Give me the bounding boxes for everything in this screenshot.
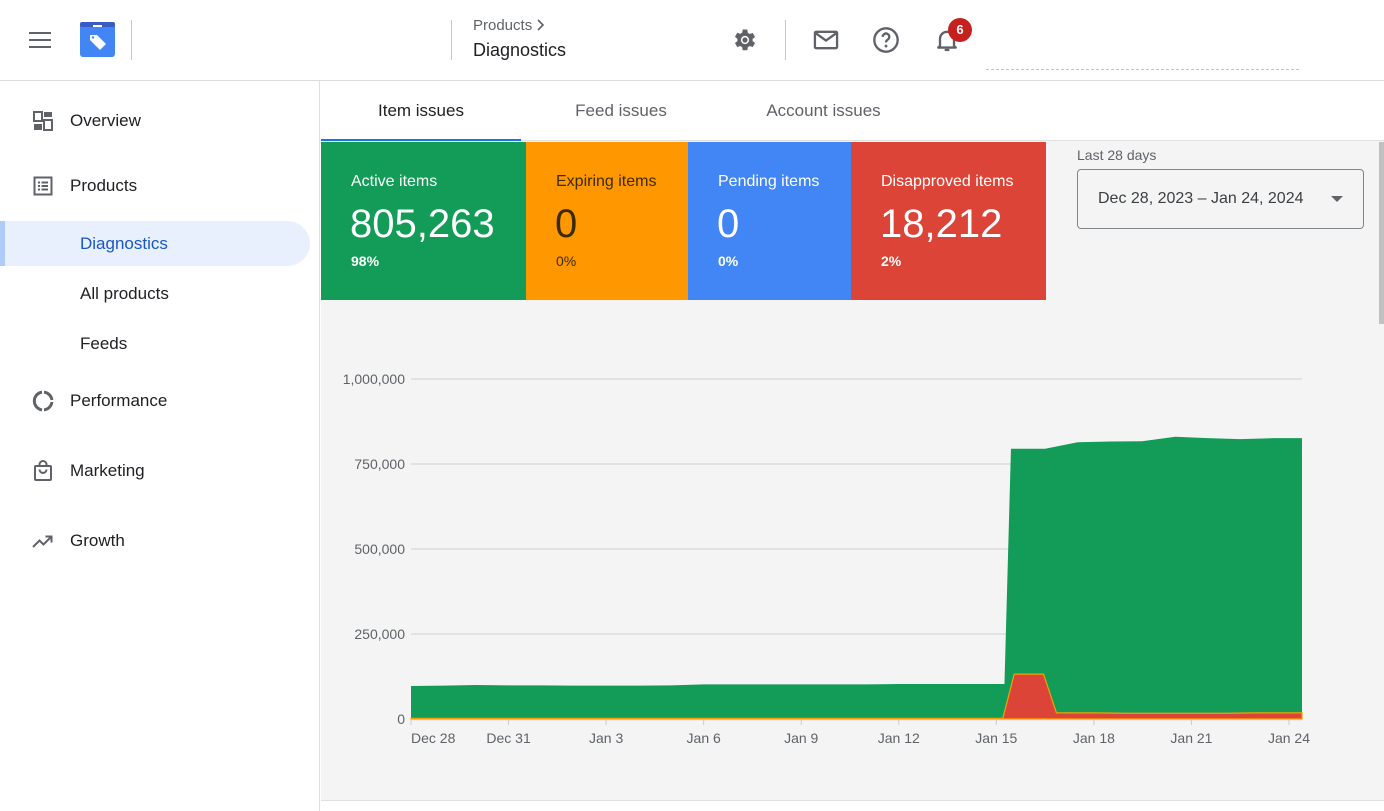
top-app-bar: Products Diagnostics 6: [0, 0, 1384, 81]
expiring-items-card[interactable]: Expiring items 0 0%: [526, 142, 688, 300]
card-percent: 0%: [556, 253, 577, 269]
scrollbar[interactable]: [1379, 142, 1384, 324]
sidebar-item-overview[interactable]: Overview: [0, 99, 310, 143]
card-value: 0: [555, 202, 578, 246]
x-tick-label: Jan 24: [1268, 730, 1310, 746]
tab-feed-issues[interactable]: Feed issues: [521, 81, 721, 141]
sidebar-item-label: Marketing: [70, 461, 145, 480]
merchant-center-tag-icon[interactable]: [80, 22, 115, 57]
breadcrumb[interactable]: Products: [473, 17, 546, 34]
x-tick-label: Jan 15: [975, 730, 1017, 746]
donut-icon: [31, 389, 55, 413]
hamburger-menu-icon[interactable]: [28, 31, 52, 49]
x-tick-label: Dec 31: [486, 730, 531, 746]
notification-badge: 6: [948, 18, 972, 42]
x-tick-label: Jan 6: [687, 730, 721, 746]
y-tick-label: 1,000,000: [343, 371, 405, 387]
sidebar-item-feeds[interactable]: Feeds: [0, 321, 310, 366]
content-footer: [321, 800, 1384, 811]
x-tick-label: Jan 18: [1073, 730, 1115, 746]
trending-up-icon: [31, 529, 55, 553]
sidebar-item-products[interactable]: Products: [0, 164, 310, 208]
date-range-dropdown[interactable]: Dec 28, 2023 – Jan 24, 2024: [1077, 169, 1364, 229]
tab-bar: Item issues Feed issues Account issues: [321, 81, 1384, 141]
sidebar-item-growth[interactable]: Growth: [0, 519, 310, 563]
sidebar-item-performance[interactable]: Performance: [0, 379, 310, 423]
x-tick-label: Jan 12: [878, 730, 920, 746]
sidebar-item-label: Diagnostics: [80, 234, 168, 253]
card-title: Pending items: [718, 173, 820, 190]
x-tick-label: Jan 21: [1170, 730, 1212, 746]
breadcrumb-products-link[interactable]: Products: [473, 17, 532, 34]
main-content: Item issues Feed issues Account issues A…: [321, 81, 1384, 811]
sidebar-item-label: Overview: [70, 111, 141, 130]
date-range-label: Last 28 days: [1077, 147, 1157, 163]
sidebar-item-label: Feeds: [80, 334, 128, 353]
divider: [451, 20, 452, 60]
card-percent: 98%: [351, 253, 380, 269]
card-percent: 0%: [718, 253, 739, 269]
search-placeholder-line: [986, 69, 1299, 70]
card-value: 0: [717, 202, 740, 246]
series-area-active-items: [411, 436, 1302, 719]
sidebar-item-label: Products: [70, 176, 138, 195]
sidebar-item-label: All products: [80, 284, 169, 303]
x-tick-label: Jan 3: [589, 730, 623, 746]
x-tick-label: Jan 9: [784, 730, 818, 746]
card-value: 805,263: [350, 202, 495, 246]
list-icon: [31, 174, 55, 198]
tab-item-issues[interactable]: Item issues: [321, 81, 521, 141]
tab-account-issues[interactable]: Account issues: [721, 81, 926, 141]
pending-items-card[interactable]: Pending items 0 0%: [688, 142, 851, 300]
active-items-card[interactable]: Active items 805,263 98%: [321, 142, 526, 300]
y-tick-label: 250,000: [354, 626, 405, 642]
date-range-value: Dec 28, 2023 – Jan 24, 2024: [1098, 190, 1304, 207]
sidebar-item-diagnostics[interactable]: Diagnostics: [0, 221, 310, 266]
y-tick-label: 500,000: [354, 541, 405, 557]
shopping-bag-icon: [31, 459, 55, 483]
help-icon[interactable]: [872, 26, 900, 54]
y-tick-label: 0: [397, 711, 405, 727]
chevron-right-icon: [536, 17, 546, 34]
x-tick-label: Dec 28: [411, 730, 456, 746]
card-title: Active items: [351, 173, 438, 190]
items-over-time-chart: 0 250,000 500,000 750,000 1,000,000 Dec 28 Dec…: [321, 311, 1384, 761]
mail-icon[interactable]: [812, 26, 840, 54]
card-title: Expiring items: [556, 173, 657, 190]
gear-icon[interactable]: [731, 26, 759, 54]
divider: [785, 20, 786, 60]
y-tick-label: 750,000: [354, 456, 405, 472]
sidebar-item-marketing[interactable]: Marketing: [0, 449, 310, 493]
card-title: Disapproved items: [881, 173, 1014, 190]
dashboard-icon: [31, 109, 55, 133]
sidebar-item-label: Performance: [70, 391, 168, 410]
card-percent: 2%: [881, 253, 902, 269]
sidebar-nav: Overview Products Diagnostics All produc…: [0, 81, 320, 811]
caret-down-icon: [1331, 196, 1343, 202]
sidebar-item-all-products[interactable]: All products: [0, 271, 310, 316]
page-title: Diagnostics: [473, 40, 567, 60]
card-value: 18,212: [880, 202, 1003, 246]
divider: [131, 20, 132, 60]
sidebar-item-label: Growth: [70, 531, 125, 550]
chart-svg: 0 250,000 500,000 750,000 1,000,000 Dec 28 Dec…: [343, 371, 1311, 746]
disapproved-items-card[interactable]: Disapproved items 18,212 2%: [851, 142, 1046, 300]
